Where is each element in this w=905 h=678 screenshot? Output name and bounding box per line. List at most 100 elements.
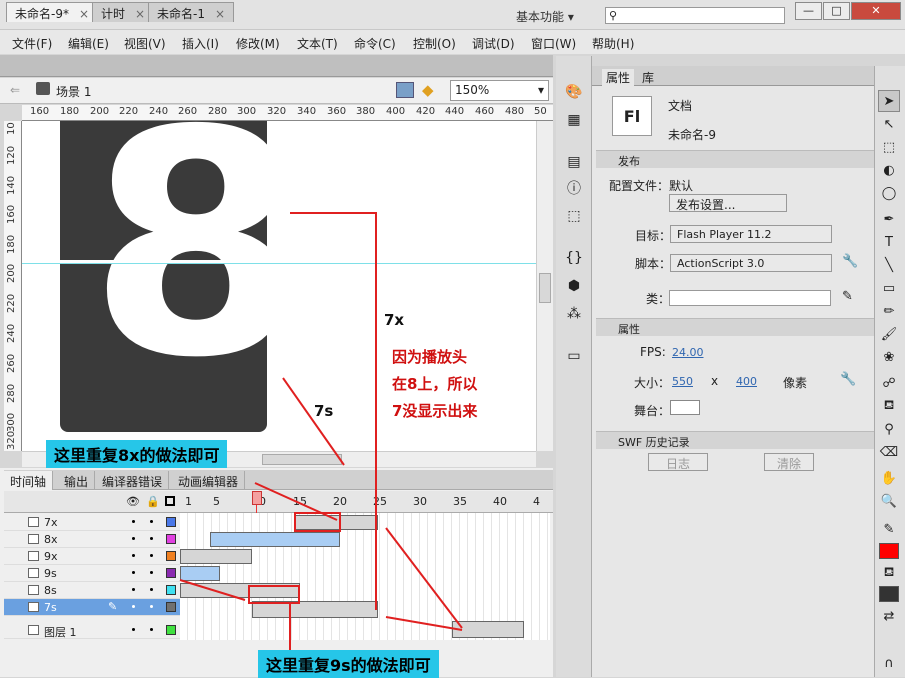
lock-dot[interactable] [150,520,153,523]
tab-timer[interactable]: 计时 × [92,2,155,22]
tab-output[interactable]: 输出 [58,471,96,490]
tab-untitled-1[interactable]: 未命名-1 × [148,2,235,22]
bone-tool-icon[interactable]: ☍ [878,372,900,394]
section-swf-history[interactable]: SWF 历史记录 [596,431,874,449]
lock-dot[interactable] [150,554,153,557]
stage-color-swatch[interactable] [670,400,700,415]
layer-color-swatch[interactable] [166,625,176,635]
stroke-color-icon[interactable]: ✎ [878,518,900,540]
frame-span-7x[interactable] [294,515,378,530]
menu-control[interactable]: 控制(O) [413,35,456,52]
info-panel-icon[interactable]: ⓘ [562,176,586,200]
close-tab-icon[interactable]: × [135,7,145,21]
layer-color-swatch[interactable] [166,585,176,595]
layer-row-9x[interactable]: 9x [4,548,180,565]
tab-library[interactable]: 库 [642,69,654,86]
eyedropper-tool-icon[interactable]: ⚲ [878,418,900,440]
back-arrow-icon[interactable]: ⇐ [10,83,20,97]
selection-tool-icon[interactable]: ➤ [878,90,900,112]
menu-debug[interactable]: 调试(D) [472,35,515,52]
menu-text[interactable]: 文本(T) [297,35,338,52]
line-tool-icon[interactable]: ╲ [878,254,900,276]
menu-file[interactable]: 文件(F) [12,35,52,52]
lock-dot[interactable] [150,628,153,631]
close-tab-icon[interactable]: × [215,7,225,21]
scroll-thumb[interactable] [262,454,342,465]
minimize-button[interactable]: — [795,2,822,20]
log-button[interactable]: 日志 [648,453,708,471]
hand-tool-icon[interactable]: ✋ [878,467,900,489]
layer-color-swatch[interactable] [166,568,176,578]
section-publish[interactable]: 发布 [596,150,874,168]
lock-dot[interactable] [150,571,153,574]
color-panel-icon[interactable]: 🎨 [562,80,586,104]
tab-properties[interactable]: 属性 [602,69,635,86]
layer-color-swatch[interactable] [166,534,176,544]
fps-value[interactable]: 24.00 [672,346,704,359]
layer-color-swatch[interactable] [166,602,176,612]
height-value[interactable]: 400 [736,375,757,388]
fill-color-swatch[interactable] [879,586,899,602]
menu-window[interactable]: 窗口(W) [531,35,576,52]
vertical-scrollbar[interactable] [536,121,553,451]
lock-dot[interactable] [150,537,153,540]
target-select[interactable]: Flash Player 11.2 [670,225,832,243]
menu-insert[interactable]: 插入(I) [182,35,219,52]
code-snippets-icon[interactable]: {} [562,246,586,270]
3d-rotation-tool-icon[interactable]: ◐ [878,159,900,181]
frame-span-9s[interactable] [180,566,220,581]
frame-span-layer1[interactable] [452,621,524,638]
transform-panel-icon[interactable]: ⬚ [562,204,586,228]
width-value[interactable]: 550 [672,375,693,388]
layer-row-8s[interactable]: 8s [4,582,180,599]
maximize-button[interactable]: □ [823,2,850,20]
visible-dot[interactable] [132,588,135,591]
deco-tool-icon[interactable]: ❀ [878,346,900,368]
frame-span-9x[interactable] [180,549,252,564]
frame-span-7s[interactable] [252,601,378,618]
pencil-tool-icon[interactable]: ✏ [878,300,900,322]
project-panel-icon[interactable]: ▭ [562,344,586,368]
visible-dot[interactable] [132,520,135,523]
layer-color-swatch[interactable] [166,551,176,561]
visible-dot[interactable] [132,605,135,608]
lock-icon[interactable]: 🔒 [146,495,160,508]
wrench-icon[interactable]: 🔧 [842,254,858,269]
lock-dot[interactable] [150,588,153,591]
frame-span-8x[interactable] [210,532,340,547]
lock-dot[interactable] [150,605,153,608]
eraser-tool-icon[interactable]: ⌫ [878,441,900,463]
edit-symbols-icon[interactable]: ◆ [422,81,442,99]
menu-commands[interactable]: 命令(C) [354,35,396,52]
tab-timeline[interactable]: 时间轴 [4,471,54,490]
brush-tool-icon[interactable]: 🖌 [878,323,900,345]
layer-row-8x[interactable]: 8x [4,531,180,548]
layer-row-7x[interactable]: 7x [4,514,180,531]
stroke-color-swatch[interactable] [879,543,899,559]
publish-settings-button[interactable]: 发布设置... [669,194,787,212]
components-panel-icon[interactable]: ⬢ [562,274,586,298]
outline-icon[interactable] [165,496,175,506]
swatches-panel-icon[interactable]: ▦ [562,108,586,132]
section-properties[interactable]: 属性 [596,318,874,336]
menu-edit[interactable]: 编辑(E) [68,35,109,52]
rectangle-tool-icon[interactable]: ▭ [878,277,900,299]
menu-view[interactable]: 视图(V) [124,35,166,52]
wrench-icon[interactable]: 🔧 [840,372,856,387]
eye-icon[interactable]: 👁 [126,495,140,508]
layer-row-9s[interactable]: 9s [4,565,180,582]
motion-presets-icon[interactable]: ⁂ [562,302,586,326]
visible-dot[interactable] [132,628,135,631]
frame-span-8s[interactable] [180,583,300,598]
lasso-tool-icon[interactable]: ◯ [878,182,900,204]
free-transform-tool-icon[interactable]: ⬚ [878,136,900,158]
swap-colors-icon[interactable]: ⇄ [878,605,900,627]
visible-dot[interactable] [132,571,135,574]
script-select[interactable]: ActionScript 3.0 [670,254,832,272]
snap-magnet-icon[interactable]: ∩ [878,652,900,674]
menu-help[interactable]: 帮助(H) [592,35,634,52]
visible-dot[interactable] [132,537,135,540]
tab-compiler-errors[interactable]: 编译器错误 [96,471,170,490]
clear-button[interactable]: 清除 [764,453,814,471]
close-tab-icon[interactable]: × [79,7,89,21]
